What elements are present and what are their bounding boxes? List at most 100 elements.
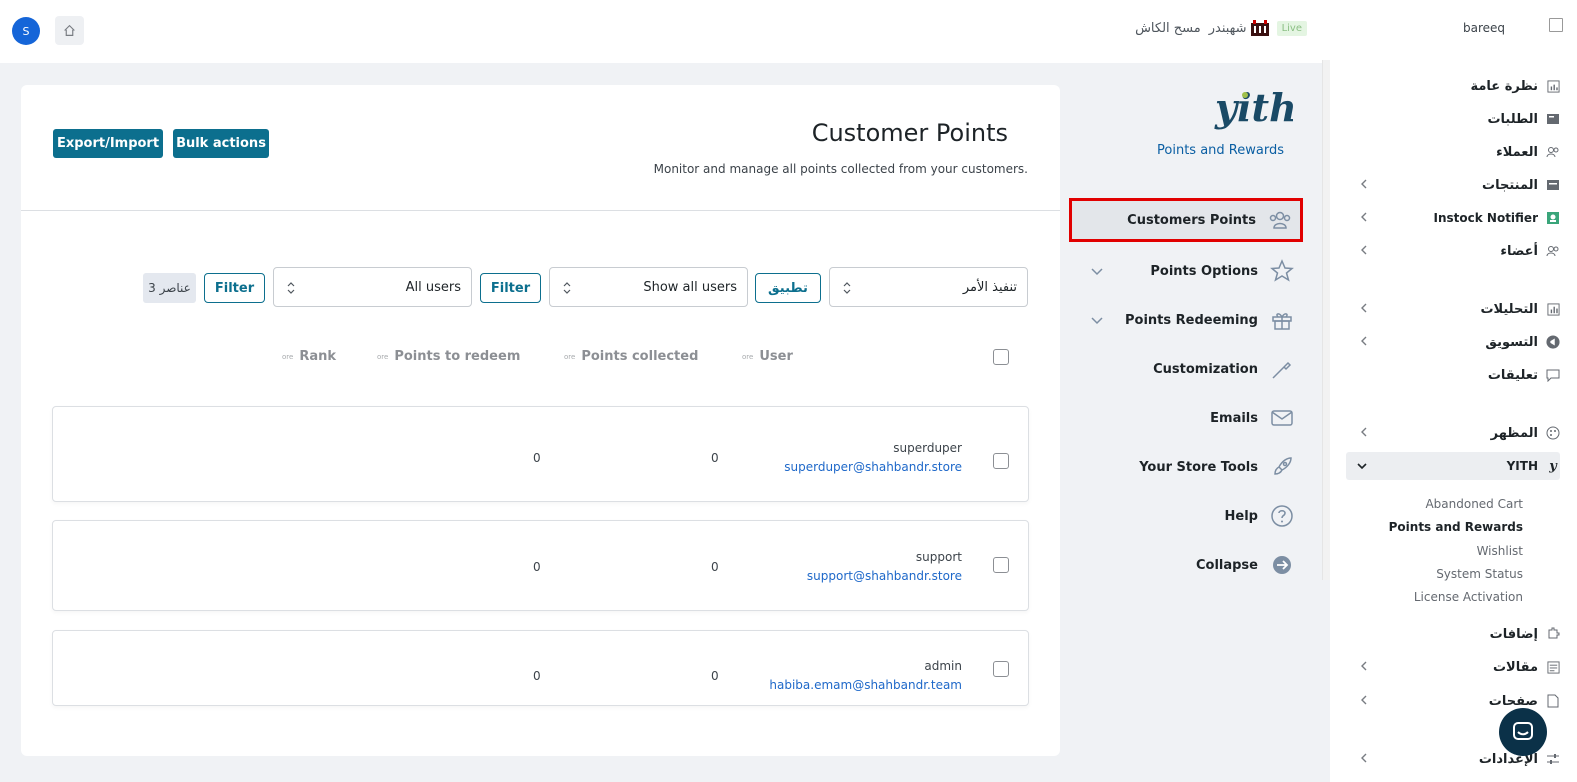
menu-label: التسويق [1485, 334, 1538, 350]
star-icon [1270, 259, 1294, 282]
filter-button-2[interactable]: Filter [204, 273, 265, 303]
chevron-left-icon [1361, 695, 1367, 705]
nav-label: Your Store Tools [1139, 459, 1258, 475]
row-user-email[interactable]: support@shahbandr.store [807, 569, 962, 583]
submenu-wishlist[interactable]: Wishlist [1348, 544, 1523, 558]
table-row: support support@shahbandr.store 0 0 [52, 520, 1029, 611]
nav-points-options[interactable]: Points Options [1072, 252, 1302, 290]
submenu-system-status[interactable]: System Status [1348, 567, 1523, 581]
chat-support-button[interactable] [1499, 708, 1547, 756]
bulk-actions-button[interactable]: Bulk actions [173, 129, 269, 158]
products-icon [1546, 178, 1560, 192]
nav-label: Emails [1210, 410, 1258, 426]
nav-help[interactable]: Help [1072, 497, 1302, 535]
bulk-action-select[interactable]: تنفيذ الأمر [829, 267, 1028, 307]
chevron-left-icon [1361, 245, 1367, 255]
yith-icon: y [1549, 458, 1557, 474]
rocket-icon [1274, 457, 1292, 475]
export-import-button[interactable]: Export/Import [53, 129, 163, 158]
chevron-left-icon [1361, 336, 1367, 346]
chevron-left-icon [1361, 427, 1367, 437]
customers-points-icon [1269, 211, 1291, 229]
row-user-name: admin [924, 659, 962, 673]
row-points-collected: 0 [711, 560, 719, 574]
menu-item-customers[interactable]: العملاء [1348, 140, 1560, 164]
menu-item-members[interactable]: أعضاء [1348, 239, 1560, 263]
users-select[interactable]: All users [273, 267, 472, 307]
row-points-to-redeem: 0 [533, 451, 541, 465]
menu-item-instock-notifier[interactable]: Instock Notifier [1348, 206, 1560, 230]
select-arrows-icon [843, 282, 851, 294]
customers-icon [1546, 145, 1560, 159]
clear-cache-link[interactable]: مسح الكاش [1135, 21, 1201, 36]
sort-indicator: ore [564, 352, 576, 361]
nav-your-store-tools[interactable]: Your Store Tools [1072, 448, 1302, 486]
row-points-collected: 0 [711, 669, 719, 683]
appearance-icon [1546, 426, 1560, 440]
column-label: Rank [299, 349, 337, 364]
menu-item-overview[interactable]: نظرة عامة [1348, 74, 1560, 98]
yith-logo: yith [1214, 85, 1293, 130]
column-label: User [759, 349, 793, 364]
chevron-down-icon [1091, 317, 1103, 325]
menu-label: الطلبات [1487, 111, 1538, 127]
nav-customers-points[interactable]: Customers Points [1069, 198, 1303, 242]
menu-item-posts[interactable]: مقالات [1348, 655, 1560, 679]
nav-points-redeeming[interactable]: Points Redeeming [1072, 301, 1302, 339]
menu-label: YITH [1506, 459, 1538, 473]
menu-item-comments[interactable]: تعليقات [1348, 363, 1560, 387]
avatar-letter: S [22, 24, 30, 38]
row-user-email[interactable]: habiba.emam@shahbandr.team [769, 678, 962, 692]
menu-item-appearance[interactable]: المظهر [1348, 421, 1560, 445]
home-button[interactable] [55, 16, 84, 45]
menu-item-plugins[interactable]: إضافات [1348, 622, 1560, 646]
page-title: Customer Points [811, 119, 1008, 147]
nav-customization[interactable]: Customization [1072, 350, 1302, 388]
apply-button[interactable]: تطبيق [755, 273, 821, 303]
nav-collapse[interactable]: Collapse [1072, 546, 1302, 584]
menu-item-yith[interactable]: YITH y [1346, 452, 1560, 480]
marketing-icon [1546, 335, 1560, 349]
store-brand-link[interactable]: شهبندر [1209, 20, 1269, 36]
users-value: All users [405, 279, 461, 295]
column-points-to-redeem[interactable]: ore Points to redeem [377, 349, 520, 364]
gift-icon [1272, 313, 1292, 330]
nav-label: Points Redeeming [1125, 312, 1258, 328]
row-checkbox[interactable] [993, 453, 1009, 469]
column-rank[interactable]: ore Rank [282, 349, 336, 364]
menu-item-analytics[interactable]: التحليلات [1348, 297, 1560, 321]
row-user-email[interactable]: superduper@shahbandr.store [784, 460, 962, 474]
filter-button[interactable]: Filter [480, 273, 541, 303]
submenu-abandoned-cart[interactable]: Abandoned Cart [1348, 497, 1523, 511]
row-checkbox[interactable] [993, 557, 1009, 573]
row-checkbox[interactable] [993, 661, 1009, 677]
submenu-points-and-rewards[interactable]: Points and Rewards [1348, 520, 1523, 534]
submenu-license-activation[interactable]: License Activation [1348, 590, 1523, 604]
column-points-collected[interactable]: ore Points collected [564, 349, 698, 364]
show-users-value: Show all users [643, 279, 737, 295]
bulk-action-value: تنفيذ الأمر [962, 279, 1017, 295]
chevron-down-icon [1357, 463, 1367, 470]
site-logo-icon[interactable] [1549, 18, 1563, 32]
menu-item-marketing[interactable]: التسويق [1348, 330, 1560, 354]
admin-scrollbar[interactable] [1322, 60, 1330, 580]
store-brand-label: شهبندر [1208, 20, 1247, 36]
top-actions: مسح الكاش شهبندر Live [1135, 20, 1307, 36]
members-icon [1546, 244, 1560, 258]
svg-text:yith: yith [1214, 85, 1293, 130]
show-users-select[interactable]: Show all users [549, 267, 748, 307]
menu-item-products[interactable]: المنتجات [1348, 173, 1560, 197]
site-name[interactable]: bareeq [1463, 21, 1505, 35]
posts-icon [1546, 660, 1560, 674]
user-avatar[interactable]: S [12, 17, 40, 45]
column-user[interactable]: ore User [742, 349, 793, 364]
select-all-checkbox[interactable] [993, 349, 1009, 365]
menu-label: التحليلات [1480, 301, 1538, 317]
menu-label: أعضاء [1500, 243, 1538, 259]
menu-item-orders[interactable]: الطلبات [1348, 107, 1560, 131]
nav-label: Customization [1153, 361, 1258, 377]
sort-indicator: ore [282, 352, 294, 361]
notifier-icon [1546, 211, 1560, 225]
chat-icon [1513, 722, 1533, 740]
nav-emails[interactable]: Emails [1072, 399, 1302, 437]
